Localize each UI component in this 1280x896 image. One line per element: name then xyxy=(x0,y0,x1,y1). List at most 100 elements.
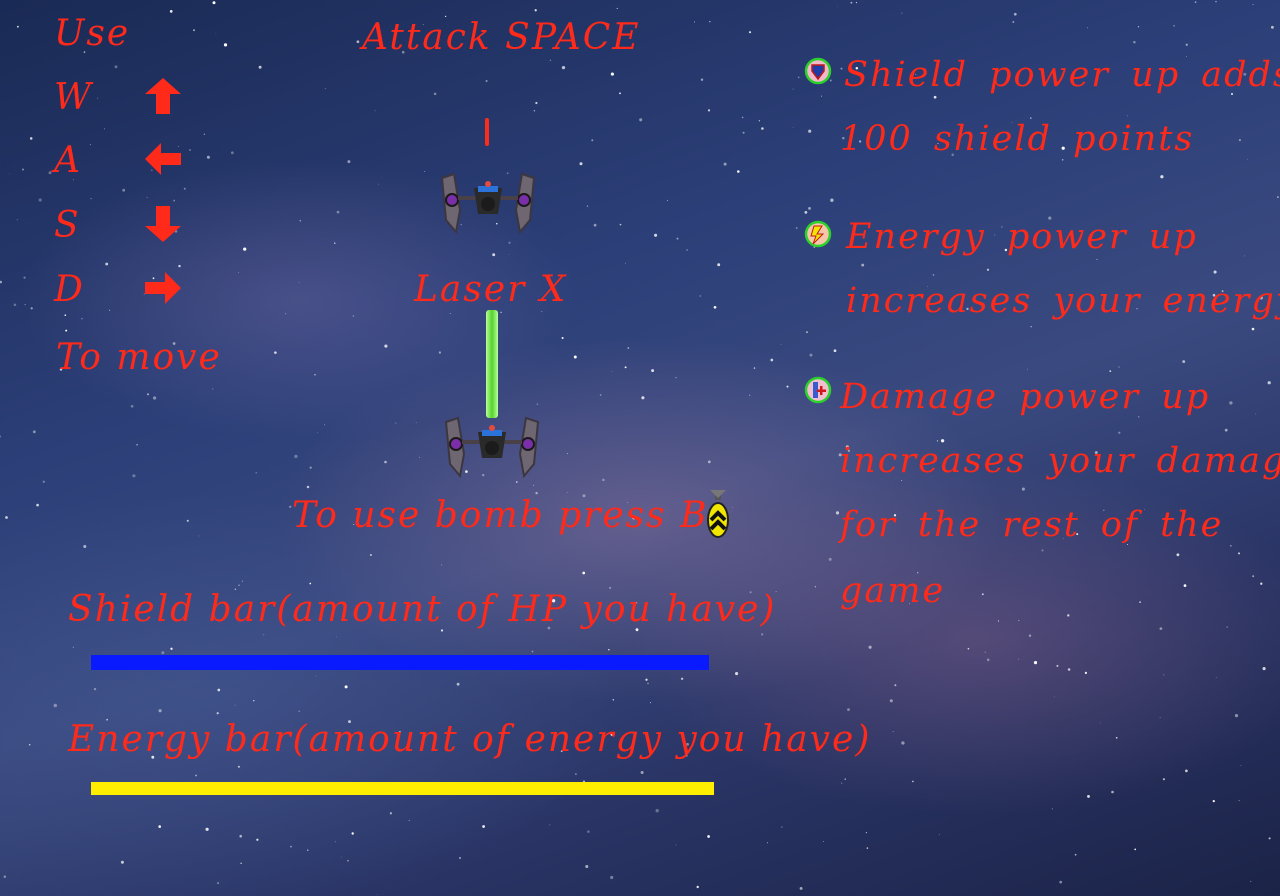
star xyxy=(1061,159,1064,161)
use-label: Use xyxy=(54,13,131,54)
star xyxy=(223,43,228,47)
star xyxy=(737,170,740,173)
star xyxy=(981,593,984,596)
star xyxy=(732,507,733,509)
star xyxy=(1012,21,1015,23)
star xyxy=(1030,326,1032,328)
star xyxy=(866,847,869,849)
star xyxy=(1139,601,1141,603)
star xyxy=(1238,799,1240,802)
star xyxy=(13,303,17,307)
star xyxy=(619,223,622,226)
star xyxy=(1250,880,1252,883)
star xyxy=(986,658,990,662)
star xyxy=(573,355,577,359)
star xyxy=(1111,790,1114,794)
star xyxy=(237,765,240,768)
star xyxy=(586,205,589,207)
energy-bar-label: Energy bar(amount of energy you have) xyxy=(68,719,872,760)
star xyxy=(616,7,618,9)
star xyxy=(693,21,696,23)
red-bullet-icon xyxy=(485,118,489,146)
star xyxy=(216,712,219,715)
star xyxy=(533,110,536,112)
star xyxy=(424,170,426,172)
star xyxy=(83,544,87,549)
star xyxy=(625,262,626,264)
bomb-label: To use bomb press B xyxy=(292,495,709,536)
star xyxy=(258,65,262,69)
damage-powerup-icon xyxy=(804,376,832,404)
star xyxy=(369,553,372,557)
star xyxy=(158,709,162,713)
star xyxy=(804,211,808,214)
star xyxy=(241,580,244,582)
star xyxy=(1224,428,1228,432)
star xyxy=(161,651,165,655)
star xyxy=(713,305,717,309)
energy-bar xyxy=(91,782,714,795)
star xyxy=(1234,714,1239,718)
star xyxy=(574,773,577,776)
star xyxy=(758,120,761,122)
star xyxy=(253,700,255,702)
star xyxy=(639,118,643,122)
star xyxy=(32,430,36,434)
star xyxy=(531,650,534,653)
star xyxy=(65,329,68,332)
star xyxy=(624,366,627,369)
star xyxy=(298,282,300,283)
star xyxy=(290,845,292,848)
damage-powerup-line3: for the rest of the xyxy=(840,505,1224,545)
star xyxy=(28,744,31,746)
star xyxy=(212,1,216,5)
star xyxy=(535,101,538,105)
star xyxy=(723,162,727,166)
star xyxy=(1251,327,1255,331)
shield-bar xyxy=(91,655,709,670)
star xyxy=(1084,671,1087,675)
star xyxy=(640,771,644,774)
star xyxy=(1074,853,1077,856)
star xyxy=(53,703,57,708)
star xyxy=(717,263,721,267)
star xyxy=(1230,545,1232,547)
star xyxy=(799,886,803,890)
star xyxy=(1238,552,1240,555)
star xyxy=(814,586,816,588)
damage-powerup-line2: increases your damage xyxy=(840,441,1280,481)
star xyxy=(1137,26,1140,28)
star xyxy=(1270,25,1274,29)
star xyxy=(1018,620,1020,621)
star xyxy=(1255,413,1257,415)
star xyxy=(152,396,157,400)
star xyxy=(792,127,794,129)
star xyxy=(1087,27,1088,29)
star xyxy=(797,76,800,79)
star xyxy=(97,97,99,99)
star xyxy=(1229,401,1233,405)
star xyxy=(675,377,677,379)
star xyxy=(1182,360,1186,364)
star xyxy=(647,682,649,685)
star xyxy=(120,860,124,864)
star xyxy=(1260,582,1263,585)
star xyxy=(415,422,417,424)
star xyxy=(238,584,240,586)
arrow-left-icon xyxy=(145,143,181,175)
star xyxy=(341,856,342,858)
star xyxy=(36,503,39,507)
star xyxy=(347,859,349,862)
star xyxy=(485,79,488,83)
star xyxy=(263,634,265,636)
damage-powerup-line4: game xyxy=(840,571,946,611)
star xyxy=(1176,553,1180,557)
star xyxy=(889,699,893,703)
star xyxy=(844,778,846,780)
star xyxy=(650,702,651,704)
star xyxy=(193,29,195,32)
star xyxy=(536,403,539,406)
star xyxy=(344,685,348,689)
star xyxy=(256,838,259,841)
star xyxy=(986,268,990,271)
